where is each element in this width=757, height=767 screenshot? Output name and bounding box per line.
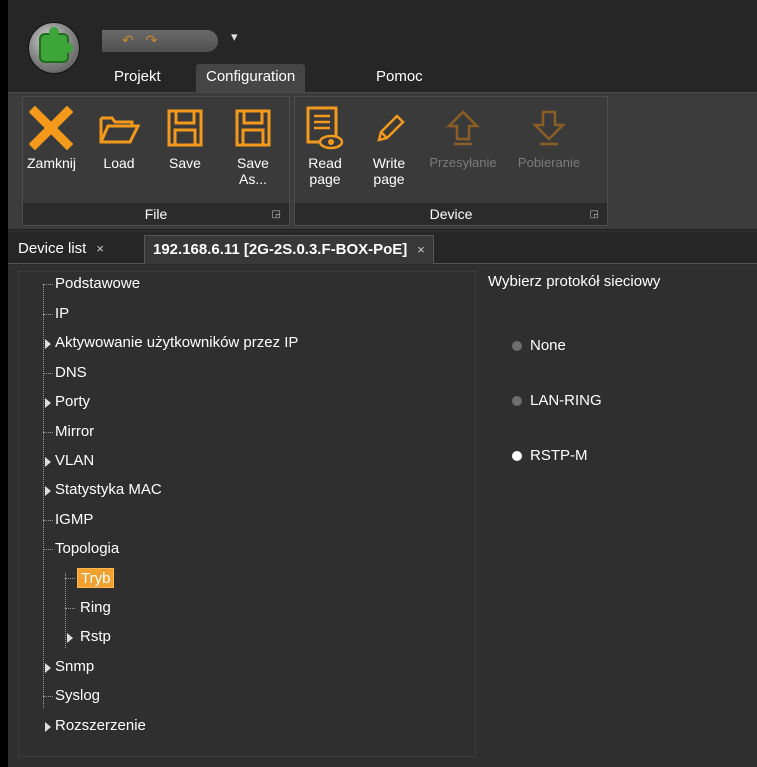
tree-item-statystyka-mac[interactable]: Statystyka MAC (55, 480, 162, 500)
protocol-title: Wybierz protokół sieciowy (488, 273, 661, 290)
undo-arrow-icon[interactable]: ↶ (122, 33, 134, 49)
radio-indicator (512, 450, 522, 461)
folder-open-icon (99, 116, 140, 144)
pencil-icon (377, 114, 405, 142)
document-tab-bar: Device list × 192.168.6.11 [2G-2S.0.3.F-B… (8, 232, 757, 264)
tree-item-syslog[interactable]: Syslog (55, 686, 100, 706)
file-group-launcher-icon[interactable]: ◲ (272, 209, 281, 220)
tree-item-tryb[interactable]: Tryb (77, 568, 115, 588)
device-group-label: Device (295, 203, 607, 225)
tree-item-snmp[interactable]: Snmp (55, 657, 94, 677)
przesylanie-button[interactable]: Przesyłanie (419, 101, 507, 201)
tree-item-dns[interactable]: DNS (55, 363, 87, 383)
expand-arrow-icon[interactable] (67, 633, 73, 643)
tree-item-rozszerzenie[interactable]: Rozszerzenie (55, 716, 146, 736)
ribbon: Zamknij Load Save Save As... File ◲ Read… (8, 92, 757, 230)
tab-label: Device list (18, 240, 87, 257)
save-as-button[interactable]: Save As... (229, 101, 277, 201)
tab-pomoc[interactable]: Pomoc (366, 64, 433, 92)
radio-label: RSTP-M (530, 447, 588, 464)
floppy-disk-icon (235, 109, 271, 147)
radio-none[interactable]: None (512, 337, 566, 354)
file-group-label: File (23, 203, 289, 225)
redo-arrow-icon[interactable]: ↷ (146, 33, 158, 49)
settings-tree: Podstawowe IP Aktywowanie użytkowników p… (18, 271, 476, 757)
tab-device-list[interactable]: Device list × (10, 235, 112, 264)
ribbon-tab-bar: Projekt Configuration Pomoc (8, 58, 757, 92)
radio-indicator (512, 340, 522, 351)
puzzle-logo-icon (39, 27, 73, 63)
app-menu-orb[interactable] (28, 22, 80, 74)
floppy-disk-icon (167, 109, 203, 147)
expand-arrow-icon[interactable] (45, 398, 51, 408)
title-bar: ↶ ↷ ▾ (8, 0, 757, 74)
device-group-launcher-icon[interactable]: ◲ (590, 209, 599, 220)
file-group: Zamknij Load Save Save As... File ◲ (22, 96, 290, 226)
read-page-icon (306, 106, 344, 150)
close-x-icon (29, 106, 73, 150)
expand-arrow-icon[interactable] (45, 339, 51, 349)
close-icon[interactable]: × (417, 242, 425, 257)
radio-lan-ring[interactable]: LAN-RING (512, 392, 602, 409)
device-group: Read page Write page Przesyłanie Pobiera… (294, 96, 608, 226)
save-button[interactable]: Save (161, 101, 209, 201)
load-button[interactable]: Load (95, 101, 143, 201)
upload-arrow-icon (446, 110, 480, 146)
pobieranie-button[interactable]: Pobieranie (505, 101, 593, 201)
tree-item-mirror[interactable]: Mirror (55, 422, 94, 442)
tree-item-igmp[interactable]: IGMP (55, 510, 93, 530)
expand-arrow-icon[interactable] (45, 457, 51, 467)
radio-label: LAN-RING (530, 392, 602, 409)
close-icon[interactable]: × (96, 241, 104, 256)
content-area: Podstawowe IP Aktywowanie użytkowników p… (8, 265, 757, 767)
radio-rstp-m[interactable]: RSTP-M (512, 447, 588, 464)
tree-item-ring[interactable]: Ring (80, 598, 111, 618)
radio-indicator (512, 395, 522, 406)
expand-arrow-icon[interactable] (45, 722, 51, 732)
zamknij-button[interactable]: Zamknij (27, 101, 76, 201)
tab-configuration[interactable]: Configuration (196, 64, 306, 92)
quick-access-menu-button[interactable]: ▾ (231, 30, 238, 45)
tree-item-ip[interactable]: IP (55, 304, 69, 324)
tree-item-topologia[interactable]: Topologia (55, 539, 119, 559)
write-page-button[interactable]: Write page (365, 101, 413, 201)
tree-item-podstawowe[interactable]: Podstawowe (55, 274, 140, 294)
application-window: ↶ ↷ ▾ Projekt Configuration Pomoc Zamkni… (0, 0, 757, 767)
tree-item-porty[interactable]: Porty (55, 392, 90, 412)
expand-arrow-icon[interactable] (45, 486, 51, 496)
protocol-panel: Wybierz protokół sieciowy None LAN-RING … (488, 273, 748, 573)
radio-label: None (530, 337, 566, 354)
tab-projekt[interactable]: Projekt (104, 64, 171, 92)
tab-device-config[interactable]: 192.168.6.11 [2G-2S.0.3.F-BOX-PoE] × (144, 235, 434, 264)
tree-item-rstp[interactable]: Rstp (80, 627, 111, 647)
tree-item-vlan[interactable]: VLAN (55, 451, 94, 471)
expand-arrow-icon[interactable] (45, 663, 51, 673)
tree-item-aktywowanie[interactable]: Aktywowanie użytkowników przez IP (55, 333, 298, 353)
quick-access-toolbar: ↶ ↷ (102, 30, 218, 52)
download-arrow-icon (532, 110, 566, 146)
tab-label: 192.168.6.11 [2G-2S.0.3.F-BOX-PoE] (153, 241, 408, 258)
read-page-button[interactable]: Read page (301, 101, 349, 201)
